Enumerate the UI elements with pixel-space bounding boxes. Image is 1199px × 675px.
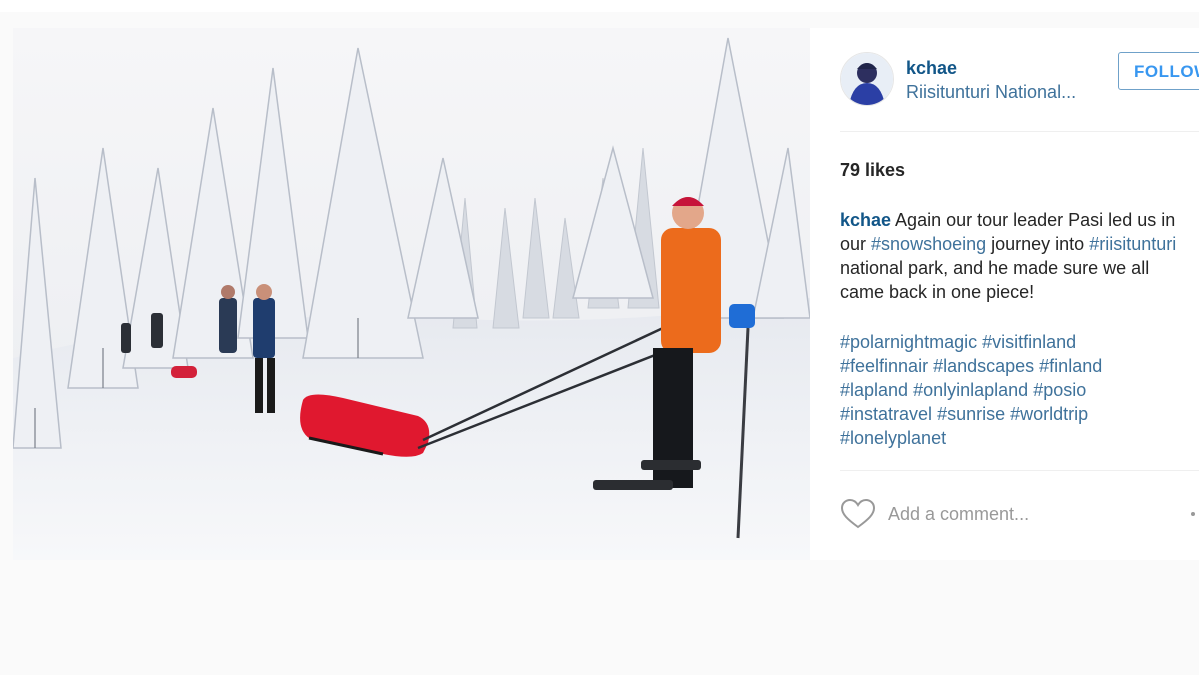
post-sidebar: kchae Riisitunturi National... FOLLOW 79… bbox=[810, 28, 1199, 560]
post-photo[interactable] bbox=[13, 28, 810, 560]
like-button[interactable] bbox=[840, 498, 876, 530]
snowshoeing-photo bbox=[13, 28, 810, 560]
comment-input[interactable] bbox=[888, 500, 1178, 528]
hashtag-link[interactable]: #worldtrip bbox=[1010, 404, 1088, 424]
hashtag-link[interactable]: #riisitunturi bbox=[1089, 234, 1176, 254]
post-caption: kchae Again our tour leader Pasi led us … bbox=[840, 208, 1185, 304]
post-header: kchae Riisitunturi National... FOLLOW bbox=[840, 50, 1199, 110]
hashtag-link[interactable]: #lapland bbox=[840, 380, 908, 400]
hashtag-link[interactable]: #instatravel bbox=[840, 404, 932, 424]
hashtag-link[interactable]: #landscapes bbox=[933, 356, 1034, 376]
caption-author-link[interactable]: kchae bbox=[840, 210, 891, 230]
hashtag-link[interactable]: #sunrise bbox=[937, 404, 1005, 424]
hashtag-link[interactable]: #snowshoeing bbox=[871, 234, 986, 254]
header-divider bbox=[840, 131, 1199, 132]
more-options-glyph bbox=[1191, 512, 1195, 516]
likes-count[interactable]: 79 likes bbox=[840, 160, 905, 181]
top-strip bbox=[0, 0, 1199, 12]
comments-divider bbox=[840, 470, 1199, 471]
hashtag-link[interactable]: #finland bbox=[1039, 356, 1102, 376]
avatar[interactable] bbox=[840, 52, 894, 106]
hashtag-link[interactable]: #polarnightmagic bbox=[840, 332, 977, 352]
location-link[interactable]: Riisitunturi National... bbox=[906, 82, 1076, 103]
hashtag-link[interactable]: #visitfinland bbox=[982, 332, 1076, 352]
follow-button[interactable]: FOLLOW bbox=[1118, 52, 1199, 90]
hashtag-link[interactable]: #onlyinlapland bbox=[913, 380, 1028, 400]
hashtag-link[interactable]: #posio bbox=[1033, 380, 1086, 400]
hashtag-link[interactable]: #feelfinnair bbox=[840, 356, 928, 376]
more-options-icon[interactable] bbox=[1188, 504, 1199, 524]
caption-text-3: national park, and he made sure we all c… bbox=[840, 258, 1150, 302]
hashtag-link[interactable]: #lonelyplanet bbox=[840, 428, 946, 448]
caption-text-2: journey into bbox=[986, 234, 1090, 254]
username-link[interactable]: kchae bbox=[906, 58, 957, 79]
hashtag-list: #polarnightmagic #visitfinland #feelfinn… bbox=[840, 330, 1185, 450]
avatar-image bbox=[841, 53, 893, 105]
heart-outline-icon bbox=[840, 498, 876, 529]
post-card: kchae Riisitunturi National... FOLLOW 79… bbox=[13, 28, 1199, 560]
